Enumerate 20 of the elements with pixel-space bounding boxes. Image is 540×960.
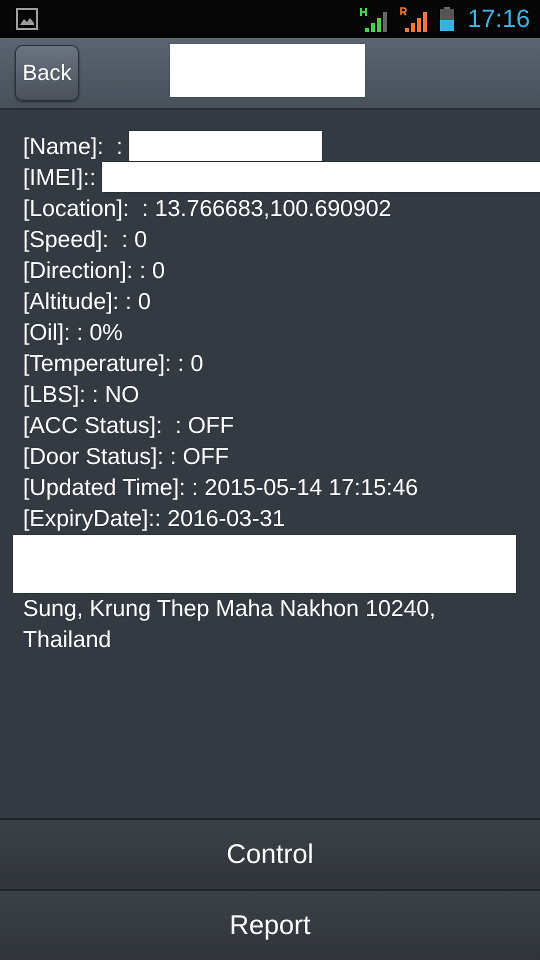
detail-text: [LBS]: : NO — [23, 380, 140, 409]
detail-text: [Speed]: : 0 — [23, 225, 148, 254]
battery-icon — [439, 6, 456, 32]
detail-text: [Direction]: : 0 — [23, 256, 165, 285]
detail-text: Sung, Krung Thep Maha Nakhon 10240, Thailand — [23, 594, 437, 654]
detail-text: [Door Status]: : OFF — [23, 442, 229, 471]
detail-text: [Temperature]: : 0 — [23, 349, 204, 378]
detail-text: [IMEI]:: — [23, 163, 96, 192]
image-icon — [16, 8, 38, 30]
detail-text: [Name]: : — [23, 132, 123, 161]
menu-button[interactable]: Control — [0, 818, 540, 889]
detail-text: [ExpiryDate]:: 2016-03-31 — [23, 504, 286, 533]
menu-button[interactable]: Report — [0, 889, 540, 960]
detail-text: [Altitude]: : 0 — [23, 287, 151, 316]
back-button[interactable]: Back — [15, 45, 79, 101]
detail-text: [Updated Time]: : 2015-05-14 17:15:46 — [23, 473, 418, 502]
detail-text: [ACC Status]: : OFF — [23, 411, 234, 440]
detail-text: [Location]: : 13.766683,100.690902 — [23, 194, 392, 223]
detail-text: [Oil]: : 0% — [23, 318, 123, 347]
clock-time: 17:16 — [467, 4, 530, 34]
